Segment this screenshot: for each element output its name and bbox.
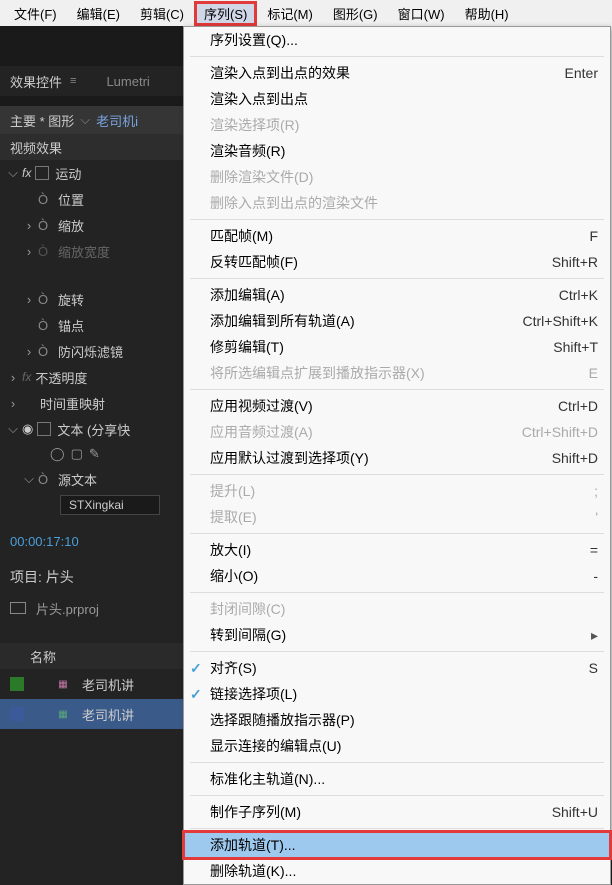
menu-separator xyxy=(190,828,604,829)
font-dropdown[interactable]: STXingkai xyxy=(60,495,160,515)
check-icon: ✓ xyxy=(190,660,202,677)
panel-tab-lumetri[interactable]: Lumetri xyxy=(106,74,149,89)
panel-title[interactable]: 效果控件 xyxy=(10,72,62,91)
rect-icon[interactable]: ▢ xyxy=(71,446,83,462)
pen-icon[interactable]: ✎ xyxy=(89,446,100,462)
menu-close-gap: 封闭间隙(C) xyxy=(184,596,610,622)
menu-delete-inout-render: 删除入点到出点的渲染文件 xyxy=(184,190,610,216)
sequence-menu-dropdown: 序列设置(Q)... 渲染入点到出点的效果Enter 渲染入点到出点 渲染选择项… xyxy=(183,26,611,885)
menu-separator xyxy=(190,56,604,57)
submenu-arrow-icon: ▸ xyxy=(591,627,598,644)
menu-render-audio[interactable]: 渲染音频(R) xyxy=(184,138,610,164)
stopwatch-icon[interactable]: Ò xyxy=(38,218,52,233)
menu-separator xyxy=(190,533,604,534)
menu-separator xyxy=(190,474,604,475)
stopwatch-icon[interactable]: Ò xyxy=(38,344,52,359)
menu-render-selection: 渲染选择项(R) xyxy=(184,112,610,138)
disclosure-icon[interactable]: › xyxy=(6,396,20,411)
menu-make-subsequence[interactable]: 制作子序列(M)Shift+U xyxy=(184,799,610,825)
menu-separator xyxy=(190,651,604,652)
menu-normalize-master[interactable]: 标准化主轨道(N)... xyxy=(184,766,610,792)
menu-match-frame[interactable]: 匹配帧(M)F xyxy=(184,223,610,249)
menu-extend-edit: 将所选编辑点扩展到播放指示器(X)E xyxy=(184,360,610,386)
menu-linked-selection[interactable]: ✓链接选择项(L) xyxy=(184,681,610,707)
menu-trim-edit[interactable]: 修剪编辑(T)Shift+T xyxy=(184,334,610,360)
stopwatch-icon: Ò xyxy=(38,244,52,259)
menu-separator xyxy=(190,762,604,763)
menu-extract: 提取(E)' xyxy=(184,504,610,530)
menu-separator xyxy=(190,389,604,390)
disclosure-icon[interactable]: ⌵ xyxy=(6,421,20,437)
menu-clip[interactable]: 剪辑(C) xyxy=(130,1,194,26)
menu-add-edit[interactable]: 添加编辑(A)Ctrl+K xyxy=(184,282,610,308)
disclosure-icon[interactable]: › xyxy=(22,292,36,307)
label-color-chip[interactable] xyxy=(10,707,24,721)
menu-separator xyxy=(190,795,604,796)
ellipse-icon[interactable]: ◯ xyxy=(50,446,65,462)
disclosure-icon[interactable]: ⌵ xyxy=(6,165,20,181)
menu-snap[interactable]: ✓对齐(S)S xyxy=(184,655,610,681)
panel-menu-icon[interactable]: ≡ xyxy=(70,75,76,87)
menu-edit[interactable]: 编辑(E) xyxy=(67,1,130,26)
menu-reverse-match[interactable]: 反转匹配帧(F)Shift+R xyxy=(184,249,610,275)
menu-sequence[interactable]: 序列(S) xyxy=(194,1,257,26)
stopwatch-icon[interactable]: Ò xyxy=(38,318,52,333)
effect-toggle-icon[interactable] xyxy=(37,422,51,436)
menubar: 文件(F) 编辑(E) 剪辑(C) 序列(S) 标记(M) 图形(G) 窗口(W… xyxy=(0,0,612,26)
breadcrumb-clip[interactable]: 老司机i xyxy=(96,111,138,130)
menu-separator xyxy=(190,592,604,593)
menu-file[interactable]: 文件(F) xyxy=(4,1,67,26)
menu-marker[interactable]: 标记(M) xyxy=(257,1,323,26)
menu-delete-tracks[interactable]: 删除轨道(K)... xyxy=(184,858,610,884)
stopwatch-icon[interactable]: Ò xyxy=(38,292,52,307)
menu-apply-audio-trans: 应用音频过渡(A)Ctrl+Shift+D xyxy=(184,419,610,445)
menu-separator xyxy=(190,278,604,279)
stopwatch-icon[interactable]: Ò xyxy=(38,192,52,207)
menu-separator xyxy=(190,219,604,220)
effect-toggle-icon[interactable] xyxy=(35,166,49,180)
menu-sequence-settings[interactable]: 序列设置(Q)... xyxy=(184,27,610,53)
menu-go-to-gap[interactable]: 转到间隔(G)▸ xyxy=(184,622,610,648)
chevron-down-icon[interactable]: ⌵ xyxy=(80,112,90,128)
fx-icon: fx xyxy=(22,166,31,180)
menu-lift: 提升(L); xyxy=(184,478,610,504)
label-color-chip[interactable] xyxy=(10,677,24,691)
menu-help[interactable]: 帮助(H) xyxy=(455,1,519,26)
disclosure-icon[interactable]: › xyxy=(22,218,36,233)
menu-add-edit-all[interactable]: 添加编辑到所有轨道(A)Ctrl+Shift+K xyxy=(184,308,610,334)
disclosure-icon[interactable]: › xyxy=(22,344,36,359)
fx-icon: fx xyxy=(22,370,31,384)
folder-icon xyxy=(10,602,26,614)
menu-zoom-in[interactable]: 放大(I)= xyxy=(184,537,610,563)
menu-render-inout[interactable]: 渲染入点到出点 xyxy=(184,86,610,112)
menu-apply-default-trans[interactable]: 应用默认过渡到选择项(Y)Shift+D xyxy=(184,445,610,471)
menu-render-inout-effects[interactable]: 渲染入点到出点的效果Enter xyxy=(184,60,610,86)
menu-show-through-edits[interactable]: 显示连接的编辑点(U) xyxy=(184,733,610,759)
disclosure-icon[interactable]: › xyxy=(6,370,20,385)
stopwatch-icon[interactable]: Ò xyxy=(38,472,52,487)
menu-delete-render: 删除渲染文件(D) xyxy=(184,164,610,190)
menu-add-tracks[interactable]: 添加轨道(T)... xyxy=(184,832,610,858)
menu-window[interactable]: 窗口(W) xyxy=(388,1,455,26)
breadcrumb-main: 主要 * 图形 xyxy=(10,111,74,130)
sequence-icon: ▦ xyxy=(54,677,72,691)
menu-apply-video-trans[interactable]: 应用视频过渡(V)Ctrl+D xyxy=(184,393,610,419)
check-icon: ✓ xyxy=(190,686,202,703)
menu-zoom-out[interactable]: 缩小(O)- xyxy=(184,563,610,589)
eye-icon[interactable]: ◉ xyxy=(22,421,33,437)
disclosure-icon[interactable]: ⌵ xyxy=(22,471,36,487)
graphic-icon: ▦ xyxy=(54,707,72,721)
menu-graphics[interactable]: 图形(G) xyxy=(323,1,388,26)
disclosure-icon: › xyxy=(22,244,36,259)
menu-selection-follows[interactable]: 选择跟随播放指示器(P) xyxy=(184,707,610,733)
